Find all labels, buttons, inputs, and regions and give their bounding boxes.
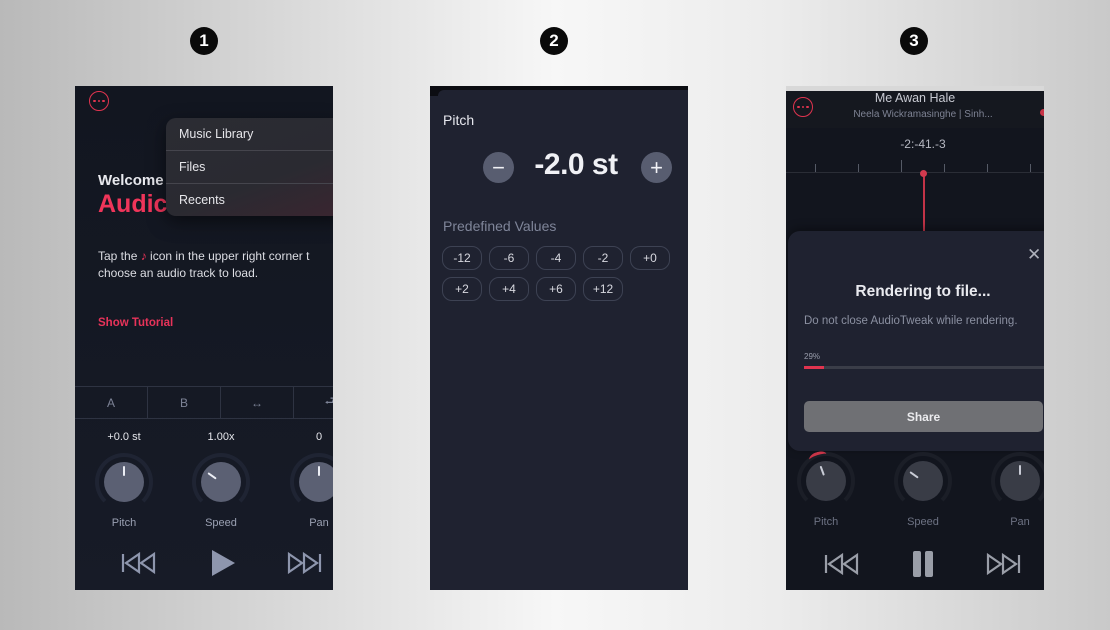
- welcome-text: Welcome: [98, 172, 164, 189]
- track-title: Me Awan Hale: [874, 91, 956, 105]
- skip-forward-icon[interactable]: [985, 553, 1021, 575]
- knob-indicator: [909, 470, 919, 479]
- increase-pitch-button[interactable]: +: [641, 152, 672, 183]
- help-text: Tap the ♪ icon in the upper right corner…: [98, 248, 333, 282]
- ruler-tick: [987, 164, 989, 172]
- timeline-ruler: [786, 172, 1044, 173]
- pan-value: 0: [315, 431, 323, 443]
- pan-knob-group: 0 Pan: [279, 431, 333, 529]
- decrease-pitch-button[interactable]: −: [483, 152, 514, 183]
- rendering-dialog: ✕ Rendering to file... Do not close Audi…: [788, 231, 1044, 451]
- ruler-tick: [815, 164, 817, 172]
- pitch-value: +0.0 st: [107, 431, 141, 443]
- knob-indicator: [123, 466, 126, 476]
- screen-rendering: Me Awan Hale Neela Wickramasinghe | Sinh…: [786, 86, 1044, 590]
- pan-knob-group: Pan: [980, 436, 1044, 528]
- pitch-knob[interactable]: [797, 449, 855, 510]
- sheet-top-edge: [430, 86, 688, 100]
- loop-point-b-button[interactable]: B: [148, 387, 221, 418]
- preset-chip[interactable]: +2: [442, 277, 482, 301]
- progress-bar: [804, 366, 1044, 369]
- dialog-message: Do not close AudioTweak while rendering.: [804, 315, 1018, 327]
- preset-chip[interactable]: -2: [583, 246, 623, 270]
- preset-chip[interactable]: +6: [536, 277, 576, 301]
- progress-label: 29%: [804, 352, 821, 361]
- knob-indicator: [207, 471, 217, 480]
- menu-item-files[interactable]: Files: [166, 151, 333, 184]
- time-readout: -2:-41.-3: [900, 137, 946, 151]
- track-subtitle: Neela Wickramasinghe | Sinh...: [853, 109, 993, 120]
- play-icon[interactable]: [209, 548, 237, 578]
- help-text-part: icon in the upper right corner t: [146, 249, 310, 263]
- pitch-knob-group: Pitch: [786, 436, 866, 528]
- share-button[interactable]: Share: [804, 401, 1043, 432]
- preset-chip[interactable]: -6: [489, 246, 529, 270]
- ruler-tick: [858, 164, 860, 172]
- knob-indicator: [318, 466, 321, 476]
- pan-knob[interactable]: [991, 452, 1044, 510]
- close-icon[interactable]: ✕: [1027, 245, 1041, 265]
- knob-indicator: [1019, 465, 1022, 475]
- step-badge-1: 1: [190, 27, 218, 55]
- playhead[interactable]: [923, 172, 925, 232]
- pitch-knob-group: +0.0 st Pitch: [84, 431, 164, 529]
- repeat-button[interactable]: ⮐: [294, 387, 333, 418]
- pitch-knob[interactable]: [95, 453, 153, 511]
- preset-chip[interactable]: -4: [536, 246, 576, 270]
- preset-chip[interactable]: +0: [630, 246, 670, 270]
- predefined-values-title: Predefined Values: [443, 218, 557, 234]
- loop-point-a-button[interactable]: A: [75, 387, 148, 418]
- speed-knob-group: Speed: [883, 436, 963, 528]
- pitch-title: Pitch: [443, 112, 475, 128]
- speed-label: Speed: [907, 516, 939, 528]
- step-badge-2: 2: [540, 27, 568, 55]
- speed-knob[interactable]: [192, 453, 250, 511]
- pan-label: Pan: [1010, 516, 1030, 528]
- help-text-part: Tap the: [98, 249, 141, 263]
- transport-controls: [75, 548, 333, 584]
- source-menu: Music Library Files Recents: [166, 118, 333, 216]
- pitch-label: Pitch: [111, 517, 137, 529]
- menu-item-music-library[interactable]: Music Library: [166, 118, 333, 151]
- pan-label: Pan: [309, 517, 329, 529]
- screen-pitch-settings: Pitch − -2.0 st + Predefined Values -12 …: [430, 86, 688, 590]
- more-options-icon[interactable]: [89, 91, 109, 111]
- speed-label: Speed: [205, 517, 237, 529]
- playhead-handle[interactable]: [920, 170, 927, 177]
- transport-controls: [786, 548, 1044, 584]
- music-note-icon[interactable]: [1040, 109, 1044, 116]
- preset-chip[interactable]: -12: [442, 246, 482, 270]
- progress-fill: [804, 366, 824, 369]
- ruler-tick: [901, 160, 903, 172]
- skip-back-icon[interactable]: [824, 553, 860, 575]
- pitch-label: Pitch: [813, 516, 839, 528]
- preset-chip[interactable]: +12: [583, 277, 623, 301]
- ruler-tick: [1030, 164, 1032, 172]
- app-name: Audic: [98, 190, 168, 218]
- skip-forward-icon[interactable]: [286, 552, 322, 574]
- show-tutorial-link[interactable]: Show Tutorial: [98, 317, 173, 329]
- now-playing-header: Me Awan Hale Neela Wickramasinghe | Sinh…: [786, 86, 1044, 128]
- step-badge-3: 3: [900, 27, 928, 55]
- preset-chip[interactable]: +4: [489, 277, 529, 301]
- speed-knob[interactable]: [894, 452, 952, 510]
- skip-back-icon[interactable]: [121, 552, 157, 574]
- ab-loop-bar: A B ↔ ⮐: [75, 386, 333, 419]
- predefined-values-grid: -12 -6 -4 -2 +0 +2 +4 +6 +12: [442, 246, 682, 301]
- dialog-title: Rendering to file...: [855, 283, 991, 300]
- screen-welcome: Welcome Audic Music Library Files Recent…: [75, 86, 333, 590]
- pan-knob[interactable]: [290, 453, 333, 511]
- speed-value: 1.00x: [207, 431, 235, 443]
- help-text-part: choose an audio track to load.: [98, 266, 259, 280]
- knob-indicator: [819, 465, 826, 476]
- ruler-tick: [944, 164, 946, 172]
- pitch-value-display: -2.0 st: [534, 148, 618, 181]
- loop-range-button[interactable]: ↔: [221, 387, 294, 418]
- speed-knob-group: 1.00x Speed: [181, 431, 261, 529]
- pause-icon[interactable]: [912, 550, 934, 578]
- menu-item-recents[interactable]: Recents: [166, 184, 333, 217]
